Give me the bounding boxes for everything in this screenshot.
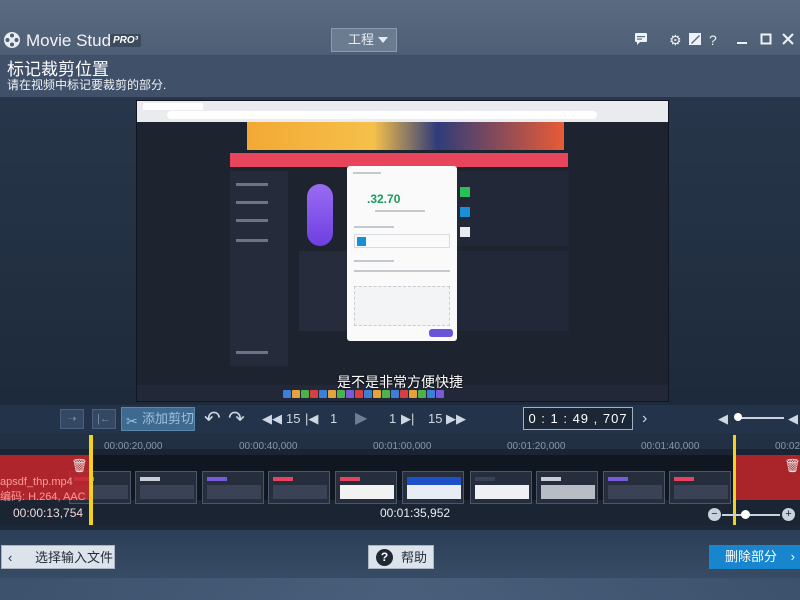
cut-marker-start[interactable]: [89, 435, 93, 525]
playhead-time: 00:01:35,952: [380, 506, 451, 520]
clip-thumbnail: [669, 471, 731, 504]
clip-thumbnail: [470, 471, 532, 504]
zoom-in-icon[interactable]: +: [782, 508, 795, 521]
fast-forward-icon[interactable]: ▶▶: [446, 405, 466, 433]
frame-forward-icon[interactable]: ▶|: [401, 405, 414, 433]
select-input-label: 选择输入文件: [35, 550, 114, 565]
chevron-left-icon: ‹: [8, 550, 13, 565]
preview-balance-pill: [307, 184, 333, 246]
preview-modal: .32.70: [347, 166, 457, 341]
zoom-knob[interactable]: [741, 510, 750, 519]
chevron-right-icon[interactable]: ›: [642, 405, 647, 433]
preview-table: [299, 251, 349, 331]
clip-thumbnail: [402, 471, 464, 504]
preview-table-right: [457, 251, 569, 331]
clip-thumbnail: [202, 471, 264, 504]
edit-icon[interactable]: [688, 32, 702, 49]
ruler-label: 00:01:00,000: [373, 441, 432, 452]
frame-back-step: 1: [330, 411, 338, 426]
zoom-out-icon[interactable]: −: [708, 508, 721, 521]
project-dropdown-label: 工程: [348, 32, 375, 47]
jump-to-start-button[interactable]: |←: [92, 409, 116, 429]
volume-knob[interactable]: [734, 413, 742, 421]
cut-marker-end[interactable]: [733, 435, 736, 525]
clip-codec: 编码: H.264, AAC: [0, 491, 86, 503]
forward-step: 15: [428, 411, 443, 426]
clip-start-time: 00:00:13,754: [13, 506, 84, 520]
clip-thumbnail: [268, 471, 330, 504]
add-cut-button[interactable]: ✂ 添加剪切: [121, 407, 195, 431]
ruler-label: 00:00:40,000: [239, 441, 298, 452]
bottom-strip: [0, 578, 800, 600]
add-cut-label: 添加剪切: [142, 411, 195, 426]
help-icon: ?: [376, 549, 393, 566]
frame-forward-step: 1: [389, 411, 397, 426]
page-subtitle: 请在视频中标记要裁剪的部分.: [7, 78, 167, 92]
preview-alert-bar: [230, 153, 568, 167]
minimize-icon[interactable]: [736, 32, 748, 49]
help-label: 帮助: [401, 550, 428, 565]
scissors-icon: ✂: [126, 413, 138, 429]
ruler-label: 00:02: [775, 441, 800, 452]
app-edition-badge: PRO³: [110, 34, 141, 47]
volume-slider[interactable]: [740, 417, 784, 419]
help-button[interactable]: ? 帮助: [368, 545, 434, 569]
chevron-right-icon: ›: [790, 549, 795, 564]
help-icon[interactable]: ?: [709, 32, 717, 48]
clip-thumbnail: [536, 471, 598, 504]
ruler-label: 00:00:20,000: [104, 441, 163, 452]
ruler-label: 00:01:40,000: [641, 441, 700, 452]
jump-to-marker-button[interactable]: ➝: [60, 409, 84, 429]
redo-icon[interactable]: ↷: [228, 405, 245, 433]
project-dropdown[interactable]: 工程: [331, 28, 397, 52]
volume-high-icon: ◀: [788, 411, 798, 426]
clip-name: apsdf_thp.mp4: [0, 476, 73, 488]
zoom-slider[interactable]: [722, 514, 780, 516]
preview-side-panel: [230, 171, 288, 366]
ruler-label: 00:01:20,000: [507, 441, 566, 452]
delete-part-label: 删除部分: [725, 549, 778, 564]
rewind-step: 15: [286, 411, 301, 426]
clip-thumbnail: [603, 471, 665, 504]
chat-icon[interactable]: [634, 32, 648, 49]
preview-browser-bar: [137, 101, 668, 122]
maximize-icon[interactable]: [760, 32, 772, 49]
rewind-icon[interactable]: ◀◀: [262, 405, 282, 433]
trash-icon[interactable]: 🗑: [71, 458, 88, 474]
delete-part-button[interactable]: 删除部分 ›: [709, 545, 800, 569]
clip-thumbnail: [135, 471, 197, 504]
transport-bar: [0, 405, 800, 433]
clip-thumbnail: [335, 471, 397, 504]
close-icon[interactable]: [782, 32, 794, 49]
chevron-down-icon: [378, 37, 388, 43]
preview-payment-methods: [457, 171, 569, 246]
undo-icon[interactable]: ↶: [204, 405, 221, 433]
frame-back-icon[interactable]: |◀: [305, 405, 318, 433]
select-input-button[interactable]: ‹ 选择输入文件: [1, 545, 115, 569]
timecode-field[interactable]: 0 : 1 : 49 , 707: [523, 407, 633, 430]
play-icon[interactable]: ▶: [355, 405, 367, 433]
video-preview[interactable]: .32.70: [136, 100, 669, 402]
preview-banner: [247, 122, 564, 150]
film-reel-icon: [4, 32, 20, 48]
gear-icon[interactable]: ⚙: [669, 32, 682, 48]
trash-icon[interactable]: 🗑: [784, 458, 800, 474]
video-caption: 是不是非常方便快捷: [337, 374, 463, 390]
preview-amount: .32.70: [367, 192, 401, 206]
volume-low-icon: ◀: [718, 411, 728, 426]
